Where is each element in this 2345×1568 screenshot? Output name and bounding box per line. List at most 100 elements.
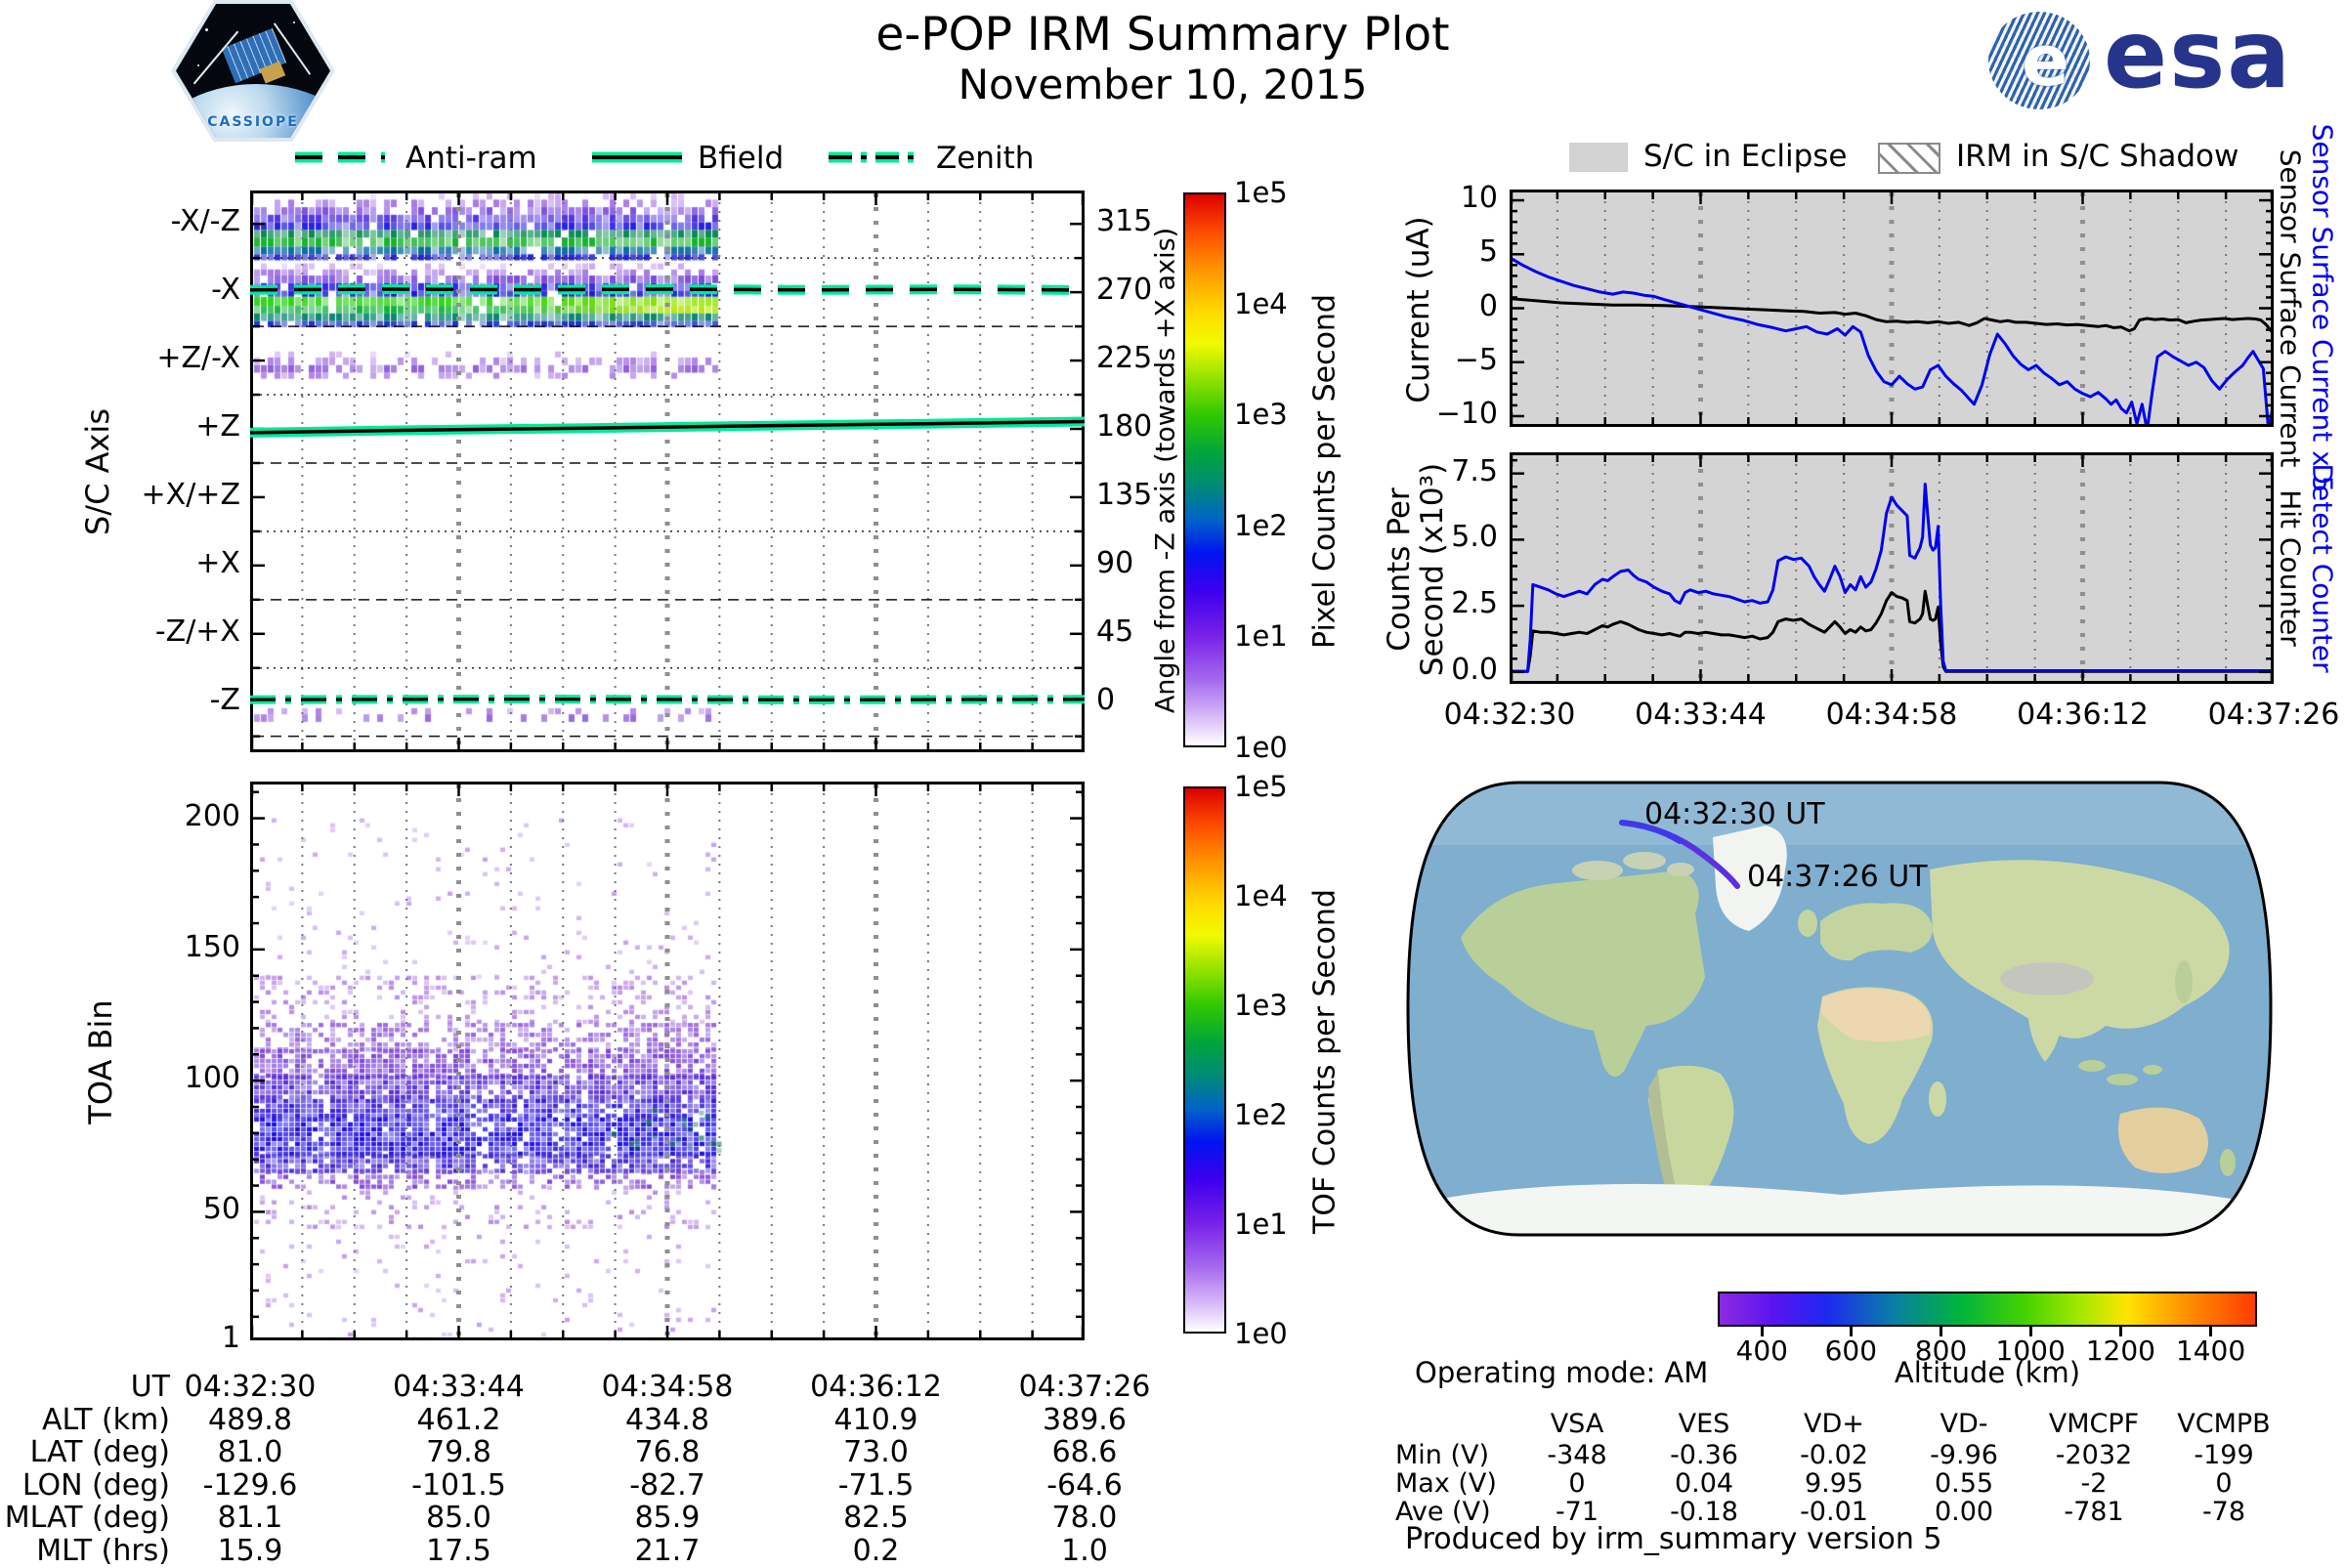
right-xtick-label: 04:33:44 [1635, 698, 1767, 732]
ephemeris-cell: -82.7 [629, 1468, 705, 1503]
sc-right-tick-label: 180 [1096, 408, 1153, 444]
sc-right-tick-label: 135 [1096, 477, 1153, 512]
track-start-label: 04:32:30 UT [1644, 797, 1825, 831]
sc-axis-orientation-lines [250, 284, 1085, 704]
sc-right-tick-label: 45 [1096, 614, 1134, 649]
sc-left-tick-label: -X [211, 273, 240, 308]
voltage-col-header: VSA [1550, 1409, 1604, 1439]
voltage-col-header: VMCPF [2048, 1409, 2140, 1439]
sc-left-tick-label: +X [195, 545, 240, 580]
voltage-cell: 0.04 [1674, 1468, 1734, 1499]
ephemeris-cell: -129.6 [202, 1468, 298, 1503]
anti-ram-line-icon [295, 151, 385, 163]
toa-spectrogram-panel [250, 782, 1085, 1340]
current-ytick-label: 10 [1460, 181, 1498, 216]
cassiope-mission-patch: CASSIOPE [171, 0, 335, 142]
sc-left-tick-label: -Z [209, 682, 240, 717]
toa-tick-label: 150 [184, 929, 240, 964]
sc-left-tick-label: +X/+Z [141, 477, 240, 512]
ephemeris-cell: 04:37:26 [1018, 1370, 1151, 1404]
sc-axis-legend: Anti-ram Bfield Zenith [283, 139, 1055, 178]
voltage-col-header: VES [1678, 1409, 1730, 1439]
tof-colorbar-tick-label: 1e5 [1234, 770, 1288, 803]
counts-ytick-label: 5.0 [1451, 520, 1498, 555]
counts-ytick-label: 0.0 [1451, 652, 1498, 687]
ephemeris-cell: -101.5 [411, 1468, 506, 1503]
ephemeris-cell: 76.8 [634, 1435, 701, 1469]
ephemeris-cell: 389.6 [1043, 1403, 1127, 1437]
voltage-cell: 9.95 [1804, 1468, 1864, 1499]
current-ytick-label: −5 [1454, 342, 1498, 377]
toa-tick-label: 50 [202, 1192, 240, 1227]
ephemeris-cell: 78.0 [1051, 1501, 1118, 1535]
tof-colorbar-tick-label: 1e0 [1234, 1317, 1288, 1350]
sc-axis-ylabel: S/C Axis [79, 408, 116, 535]
voltage-cell: 0 [2215, 1468, 2233, 1499]
right-xtick-label: 04:34:58 [1825, 698, 1958, 732]
sc-axis-spectrogram-panel [250, 191, 1085, 752]
operating-mode-label: Operating mode: AM [1415, 1356, 1709, 1389]
voltage-cell: -71 [1555, 1497, 1599, 1527]
patch-star [293, 21, 295, 23]
toa-tick-label: 200 [184, 798, 240, 833]
ephemeris-cell: 410.9 [833, 1403, 918, 1437]
counts-right-label-blue: Detect Counter [2306, 463, 2339, 673]
counts-ytick-label: 2.5 [1451, 586, 1498, 621]
current-ytick-label: −10 [1435, 396, 1498, 431]
voltage-cell: -78 [2201, 1497, 2246, 1527]
tof-colorbar-tick-label: 1e4 [1234, 879, 1288, 912]
voltage-row-label: Max (V) [1395, 1468, 1497, 1499]
legend-zenith-label: Zenith [936, 141, 1035, 176]
voltage-cell: -0.01 [1800, 1497, 1868, 1527]
voltage-cell: 0 [1568, 1468, 1586, 1499]
ephemeris-cell: 04:33:44 [393, 1370, 525, 1404]
ephemeris-cell: 85.0 [426, 1501, 491, 1535]
eclipse-swatch-icon [1569, 143, 1628, 172]
pixel-colorbar-tick-label: 1e1 [1234, 619, 1288, 654]
ephemeris-cell: 73.0 [843, 1435, 909, 1469]
altitude-colorbar [1718, 1292, 2257, 1327]
track-end-label: 04:37:26 UT [1747, 860, 1928, 894]
tof-colorbar-tick-label: 1e2 [1234, 1098, 1288, 1131]
ephemeris-cell: 81.1 [217, 1501, 283, 1535]
pixel-colorbar-tick-label: 1e4 [1234, 286, 1288, 320]
right-xtick-label: 04:36:12 [2017, 698, 2149, 732]
current-ytick-label: 0 [1478, 288, 1498, 323]
zenith-line-icon [829, 151, 918, 163]
cassiope-patch-inner: CASSIOPE [176, 4, 330, 138]
esa-logo: e esa [1988, 0, 2290, 113]
page-title: e-POP IRM Summary Plot [875, 8, 1450, 62]
counter-plot [1510, 452, 2274, 684]
voltage-cell: -0.18 [1670, 1497, 1738, 1527]
ephemeris-cell: 82.5 [843, 1501, 909, 1535]
toa-tick-label: 100 [184, 1061, 240, 1096]
ephemeris-cell: 04:36:12 [810, 1370, 942, 1404]
sc-right-tick-label: 90 [1096, 545, 1134, 580]
right-xtick-label: 04:32:30 [1443, 698, 1576, 732]
sc-left-tick-label: +Z [195, 408, 240, 444]
patch-cassiope-label: CASSIOPE [207, 114, 299, 130]
ephemeris-cell: 68.6 [1051, 1435, 1118, 1469]
ephemeris-cell: 81.0 [217, 1435, 283, 1469]
voltage-col-header: VD- [1940, 1409, 1988, 1439]
produced-by-label: Produced by irm_summary version 5 [1405, 1522, 1942, 1556]
counts-ytick-label: 7.5 [1451, 453, 1498, 488]
ephemeris-cell: 79.8 [426, 1435, 491, 1469]
ephemeris-cell: 04:34:58 [601, 1370, 734, 1404]
pixel-colorbar-tick-label: 1e3 [1234, 398, 1288, 432]
legend-bfield-label: Bfield [698, 141, 785, 176]
voltage-cell: -9.96 [1930, 1440, 1998, 1470]
esa-globe-e: e [2022, 20, 2069, 102]
current-ytick-label: 5 [1478, 234, 1498, 270]
sc-left-tick-label: -X/-Z [170, 204, 240, 239]
shadow-hatch-swatch-icon [1878, 143, 1940, 174]
sc-left-tick-label: -Z/+X [154, 614, 240, 649]
voltage-cell: -0.02 [1800, 1440, 1868, 1470]
voltage-col-header: VCMPB [2177, 1409, 2271, 1439]
pixel-colorbar-tick-label: 1e0 [1234, 731, 1288, 764]
alt-colorbar-tick-label: 1400 [2175, 1335, 2246, 1367]
legend-anti-ram-label: Anti-ram [405, 141, 537, 176]
ephemeris-cell: -71.5 [837, 1468, 915, 1503]
voltage-cell: 0.55 [1934, 1468, 1994, 1499]
sc-right-tick-label: 225 [1096, 341, 1153, 376]
